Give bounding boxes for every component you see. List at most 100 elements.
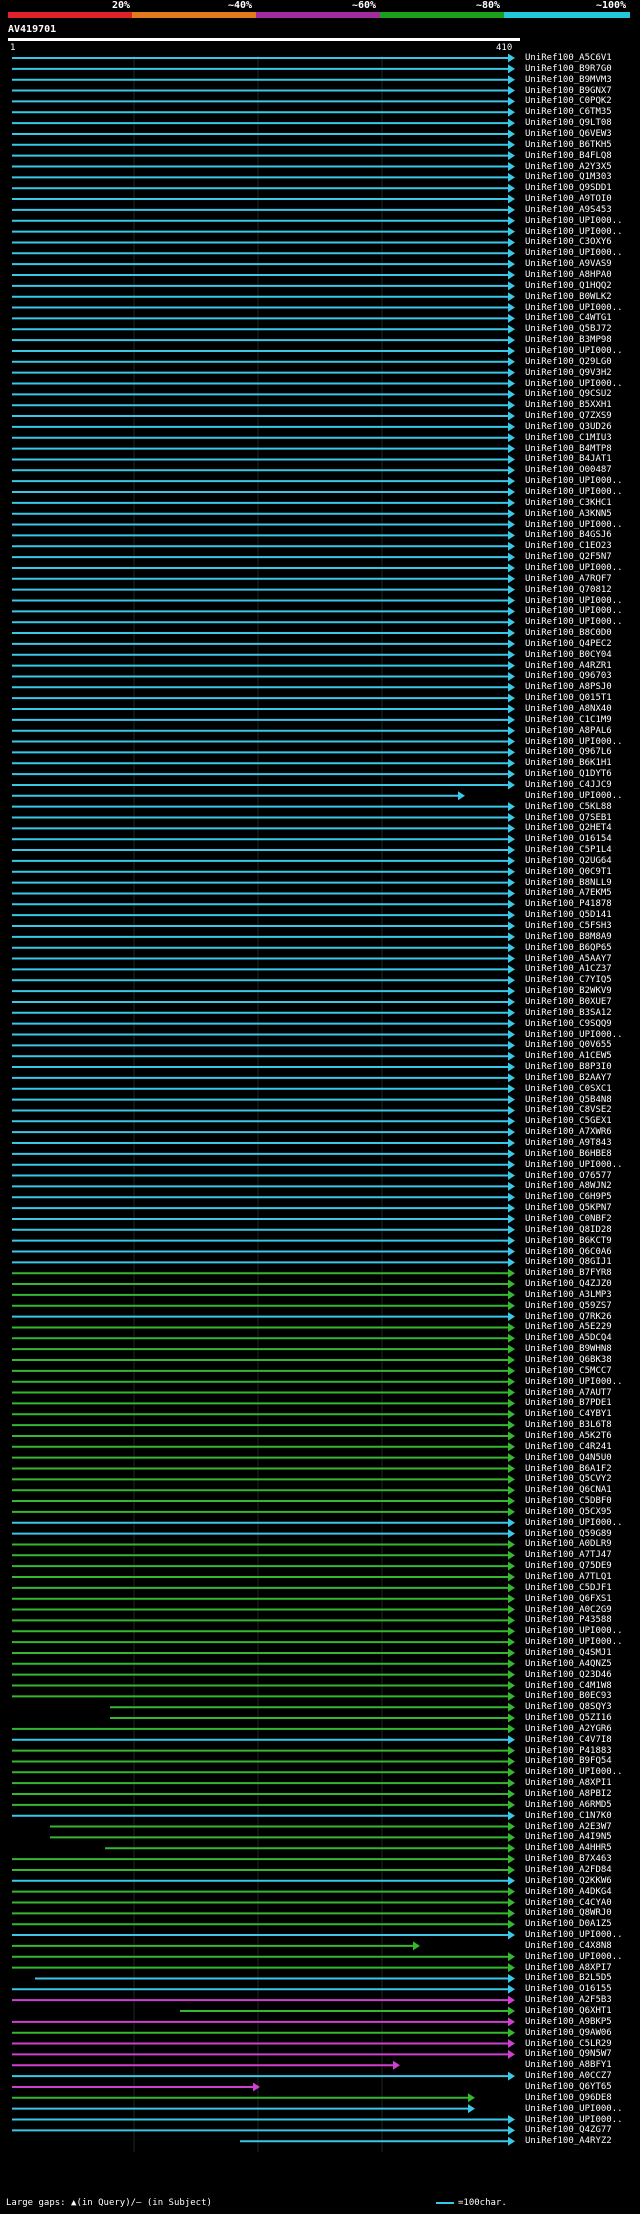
hit-label[interactable]: UniRef100_Q015T1 [525, 693, 612, 703]
hit-label[interactable]: UniRef100_C5FSH3 [525, 921, 612, 931]
hit-label[interactable]: UniRef100_B6HBE8 [525, 1149, 612, 1159]
hit-label[interactable]: UniRef100_A7TJ47 [525, 1550, 612, 1560]
hit-label[interactable]: UniRef100_UPI000.. [525, 617, 623, 627]
hit-label[interactable]: UniRef100_UPI000.. [525, 248, 623, 258]
hit-label[interactable]: UniRef100_Q1HQQ2 [525, 281, 612, 291]
hit-label[interactable]: UniRef100_A1CZ37 [525, 964, 612, 974]
hit-label[interactable]: UniRef100_B2WKV9 [525, 986, 612, 996]
hit-label[interactable]: UniRef100_B9MVM3 [525, 75, 612, 85]
hit-label[interactable]: UniRef100_C6H9P5 [525, 1192, 612, 1202]
hit-label[interactable]: UniRef100_A4RYZ2 [525, 2136, 612, 2146]
hit-label[interactable]: UniRef100_A0DLR9 [525, 1539, 612, 1549]
hit-label[interactable]: UniRef100_A2FD84 [525, 1865, 612, 1875]
hit-label[interactable]: UniRef100_C4M1W8 [525, 1681, 612, 1691]
hit-label[interactable]: UniRef100_A6RMD5 [525, 1800, 612, 1810]
hit-label[interactable]: UniRef100_B8M8A9 [525, 932, 612, 942]
hit-label[interactable]: UniRef100_A7RQF7 [525, 574, 612, 584]
hit-label[interactable]: UniRef100_Q5CX95 [525, 1507, 612, 1517]
hit-label[interactable]: UniRef100_A1CEW5 [525, 1051, 612, 1061]
hit-label[interactable]: UniRef100_B2L5D5 [525, 1973, 612, 1983]
hit-label[interactable]: UniRef100_C0NBF2 [525, 1214, 612, 1224]
hit-label[interactable]: UniRef100_C6TM35 [525, 107, 612, 117]
hit-label[interactable]: UniRef100_B7X463 [525, 1854, 612, 1864]
hit-label[interactable]: UniRef100_O76577 [525, 1171, 612, 1181]
hit-label[interactable]: UniRef100_A8NX40 [525, 704, 612, 714]
hit-label[interactable]: UniRef100_Q5KPN7 [525, 1203, 612, 1213]
hit-label[interactable]: UniRef100_C5MCC7 [525, 1366, 612, 1376]
hit-label[interactable]: UniRef100_A7XWR6 [525, 1127, 612, 1137]
hit-label[interactable]: UniRef100_D0A1Z5 [525, 1919, 612, 1929]
hit-label[interactable]: UniRef100_B7FYR8 [525, 1268, 612, 1278]
hit-label[interactable]: UniRef100_C5KL88 [525, 802, 612, 812]
hit-label[interactable]: UniRef100_B0EC93 [525, 1691, 612, 1701]
hit-label[interactable]: UniRef100_B6A1F2 [525, 1464, 612, 1474]
hit-label[interactable]: UniRef100_Q9V3H2 [525, 368, 612, 378]
hit-label[interactable]: UniRef100_UPI000.. [525, 1637, 623, 1647]
hit-label[interactable]: UniRef100_A8HPA0 [525, 270, 612, 280]
hit-label[interactable]: UniRef100_UPI000.. [525, 346, 623, 356]
hit-label[interactable]: UniRef100_P41878 [525, 899, 612, 909]
hit-label[interactable]: UniRef100_B9FQ54 [525, 1756, 612, 1766]
hit-label[interactable]: UniRef100_Q1M303 [525, 172, 612, 182]
hit-label[interactable]: UniRef100_B3MP98 [525, 335, 612, 345]
hit-label[interactable]: UniRef100_A9T843 [525, 1138, 612, 1148]
hit-label[interactable]: UniRef100_B6TKH5 [525, 140, 612, 150]
hit-label[interactable]: UniRef100_Q6CNA1 [525, 1485, 612, 1495]
hit-label[interactable]: UniRef100_UPI000.. [525, 1030, 623, 1040]
hit-label[interactable]: UniRef100_Q9AW06 [525, 2028, 612, 2038]
hit-label[interactable]: UniRef100_A8WJN2 [525, 1181, 612, 1191]
hit-label[interactable]: UniRef100_Q96703 [525, 671, 612, 681]
hit-label[interactable]: UniRef100_A8PAL6 [525, 726, 612, 736]
hit-label[interactable]: UniRef100_A9VAS9 [525, 259, 612, 269]
hit-label[interactable]: UniRef100_B0WLK2 [525, 292, 612, 302]
hit-label[interactable]: UniRef100_P43588 [525, 1615, 612, 1625]
hit-label[interactable]: UniRef100_B6KCT9 [525, 1236, 612, 1246]
hit-label[interactable]: UniRef100_Q2UG64 [525, 856, 612, 866]
hit-label[interactable]: UniRef100_UPI000.. [525, 737, 623, 747]
hit-label[interactable]: UniRef100_A5DCQ4 [525, 1333, 612, 1343]
hit-label[interactable]: UniRef100_B3SA12 [525, 1008, 612, 1018]
hit-label[interactable]: UniRef100_UPI000.. [525, 487, 623, 497]
hit-label[interactable]: UniRef100_A8PBI2 [525, 1789, 612, 1799]
hit-label[interactable]: UniRef100_Q8GIJ1 [525, 1257, 612, 1267]
hit-label[interactable]: UniRef100_A8XPI7 [525, 1963, 612, 1973]
hit-label[interactable]: UniRef100_C4JJC9 [525, 780, 612, 790]
hit-label[interactable]: UniRef100_B8NLL9 [525, 878, 612, 888]
hit-label[interactable]: UniRef100_C0SXC1 [525, 1084, 612, 1094]
hit-label[interactable]: UniRef100_A0CCZ7 [525, 2071, 612, 2081]
hit-label[interactable]: UniRef100_Q1DYT6 [525, 769, 612, 779]
hit-label[interactable]: UniRef100_UPI000.. [525, 216, 623, 226]
hit-label[interactable]: UniRef100_UPI000.. [525, 476, 623, 486]
hit-label[interactable]: UniRef100_UPI000.. [525, 1952, 623, 1962]
hit-label[interactable]: UniRef100_UPI000.. [525, 2115, 623, 2125]
hit-label[interactable]: UniRef100_Q59G89 [525, 1529, 612, 1539]
hit-label[interactable]: UniRef100_C1MIU3 [525, 433, 612, 443]
hit-label[interactable]: UniRef100_Q4ZG77 [525, 2125, 612, 2135]
hit-label[interactable]: UniRef100_C4YBY1 [525, 1409, 612, 1419]
hit-label[interactable]: UniRef100_Q7RK26 [525, 1312, 612, 1322]
hit-label[interactable]: UniRef100_Q5BJ72 [525, 324, 612, 334]
hit-label[interactable]: UniRef100_Q2F5N7 [525, 552, 612, 562]
hit-label[interactable]: UniRef100_A4DKG4 [525, 1887, 612, 1897]
hit-label[interactable]: UniRef100_A8PSJ0 [525, 682, 612, 692]
hit-label[interactable]: UniRef100_A4I9N5 [525, 1832, 612, 1842]
hit-label[interactable]: UniRef100_Q5CVY2 [525, 1474, 612, 1484]
hit-label[interactable]: UniRef100_Q4SMJ1 [525, 1648, 612, 1658]
hit-label[interactable]: UniRef100_Q59ZS7 [525, 1301, 612, 1311]
hit-label[interactable]: UniRef100_Q4PEC2 [525, 639, 612, 649]
hit-label[interactable]: UniRef100_A4QNZ5 [525, 1659, 612, 1669]
hit-label[interactable]: UniRef100_Q9CSU2 [525, 389, 612, 399]
hit-label[interactable]: UniRef100_B0XUE7 [525, 997, 612, 1007]
hit-label[interactable]: UniRef100_C1EO23 [525, 541, 612, 551]
hit-label[interactable]: UniRef100_A4HHR5 [525, 1843, 612, 1853]
hit-label[interactable]: UniRef100_C7YIQ5 [525, 975, 612, 985]
hit-label[interactable]: UniRef100_B2AAY7 [525, 1073, 612, 1083]
hit-label[interactable]: UniRef100_UPI000.. [525, 606, 623, 616]
hit-label[interactable]: UniRef100_UPI000.. [525, 1377, 623, 1387]
hit-label[interactable]: UniRef100_O00487 [525, 465, 612, 475]
hit-label[interactable]: UniRef100_UPI000.. [525, 1626, 623, 1636]
hit-label[interactable]: UniRef100_Q23D46 [525, 1670, 612, 1680]
hit-label[interactable]: UniRef100_O16155 [525, 1984, 612, 1994]
hit-label[interactable]: UniRef100_A5AAY7 [525, 954, 612, 964]
hit-label[interactable]: UniRef100_Q6BK38 [525, 1355, 612, 1365]
